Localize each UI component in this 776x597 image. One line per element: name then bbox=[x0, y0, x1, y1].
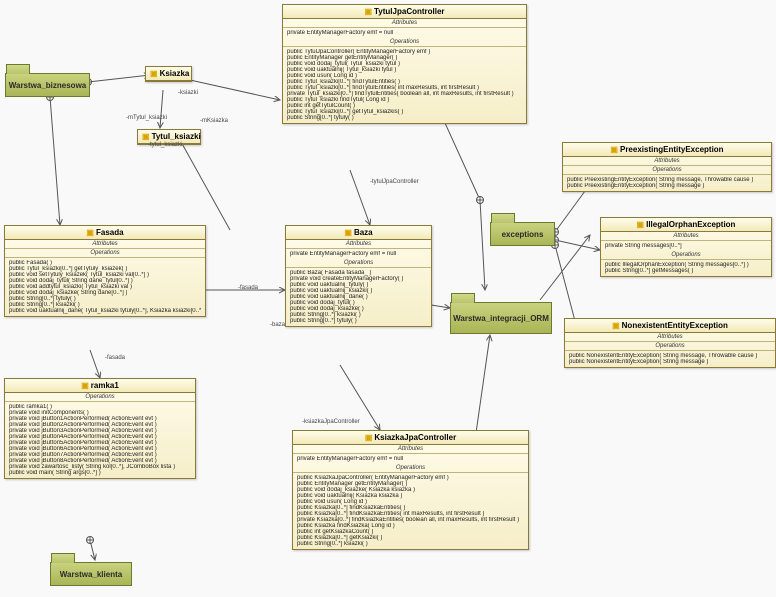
section-attributes: Attributes bbox=[5, 240, 205, 249]
class-tytuljpacontroller: ▣TytulJpaController Attributes private E… bbox=[282, 4, 527, 124]
section-operations: Operations bbox=[5, 249, 205, 258]
class-icon: ▣ bbox=[150, 69, 158, 78]
attribute-row: private EntityManagerFactory emf = null bbox=[290, 251, 427, 257]
class-icon: ▣ bbox=[637, 220, 645, 229]
class-title-text: ramka1 bbox=[91, 381, 119, 390]
class-ramka1: ▣ramka1 Operations public ramka1( )priva… bbox=[4, 378, 196, 479]
edge-label: -mKsiazka bbox=[200, 118, 228, 124]
attribute-row: private String messages[0..*] bbox=[605, 243, 767, 249]
class-preexistingentityexception: ▣PreexistingEntityException Attributes O… bbox=[562, 142, 772, 192]
section-attributes: Attributes bbox=[563, 157, 771, 166]
operation-row: public PreexistingEntityException( Strin… bbox=[567, 183, 767, 189]
class-title-text: NonexistentEntityException bbox=[622, 321, 728, 330]
package-exceptions: exceptions bbox=[490, 222, 555, 246]
class-icon: ▣ bbox=[365, 433, 373, 442]
operation-row: public String[0..*] tytuly( ) bbox=[290, 318, 427, 324]
class-ksiazka: ▣Ksiazka bbox=[145, 66, 192, 82]
class-baza: ▣Baza Attributes private EntityManagerFa… bbox=[285, 225, 432, 327]
package-warstwa-integracji-orm: Warstwa_integracji_ORM bbox=[450, 302, 552, 334]
class-illegalorphanexception: ▣IllegalOrphanException Attributes priva… bbox=[600, 217, 772, 277]
section-operations: Operations bbox=[601, 251, 771, 260]
edge-label: -mTytul_ksiazki bbox=[126, 115, 167, 121]
class-title-text: Fasada bbox=[96, 228, 124, 237]
package-warstwa-klienta: Warstwa_klienta bbox=[50, 562, 132, 586]
edge-label: -fasada bbox=[238, 285, 258, 291]
class-icon: ▣ bbox=[86, 228, 94, 237]
section-operations: Operations bbox=[283, 38, 526, 47]
edge-label: -ksiazki bbox=[178, 90, 198, 96]
section-operations: Operations bbox=[286, 259, 431, 268]
package-label: exceptions bbox=[491, 223, 554, 245]
operation-row: public String[0..*] getMessages( ) bbox=[605, 268, 767, 274]
class-title-text: KsiazkaJpaController bbox=[374, 433, 456, 442]
class-nonexistententityexception: ▣NonexistentEntityException Attributes O… bbox=[564, 318, 776, 368]
section-operations: Operations bbox=[565, 342, 775, 351]
class-icon: ▣ bbox=[344, 228, 352, 237]
attribute-row: private EntityManagerFactory emf = null bbox=[287, 30, 522, 36]
class-ksiazkajpacontroller: ▣KsiazkaJpaController Attributes private… bbox=[292, 430, 529, 550]
section-attributes: Attributes bbox=[565, 333, 775, 342]
edge-label: -fasada bbox=[105, 355, 125, 361]
edge-label: -tytulJpaController bbox=[370, 179, 419, 185]
operation-row: public void main( String args[0..*] ) bbox=[9, 470, 191, 476]
edge-label: -tytul_ksiazki bbox=[148, 142, 182, 148]
class-icon: ▣ bbox=[610, 145, 618, 154]
package-label: Warstwa_integracji_ORM bbox=[451, 303, 551, 333]
operation-row: public String[0..*] ksiazki( ) bbox=[297, 541, 524, 547]
class-title-text: PreexistingEntityException bbox=[620, 145, 724, 154]
class-title-text: TytulJpaController bbox=[374, 7, 445, 16]
class-icon: ▣ bbox=[612, 321, 620, 330]
section-attributes: Attributes bbox=[293, 445, 528, 454]
operation-row: public NonexistentEntityException( Strin… bbox=[569, 359, 771, 365]
package-label: Warstwa_klienta bbox=[51, 563, 131, 585]
section-operations: Operations bbox=[5, 393, 195, 402]
class-title-text: IllegalOrphanException bbox=[646, 220, 735, 229]
class-fasada: ▣Fasada Attributes Operations public Fas… bbox=[4, 225, 206, 317]
edge-label: -baza bbox=[270, 322, 285, 328]
operation-row: public String[0..*] tytuly( ) bbox=[287, 115, 522, 121]
section-attributes: Attributes bbox=[286, 240, 431, 249]
section-attributes: Attributes bbox=[601, 232, 771, 241]
class-title-text: Ksiazka bbox=[160, 69, 190, 78]
class-icon: ▣ bbox=[364, 7, 372, 16]
class-title-text: Tytul_ksiazki bbox=[152, 132, 201, 141]
attribute-row: private EntityManagerFactory emf = null bbox=[297, 456, 524, 462]
section-operations: Operations bbox=[563, 166, 771, 175]
section-operations: Operations bbox=[293, 464, 528, 473]
class-icon: ▣ bbox=[81, 381, 89, 390]
package-warstwa-biznesowa: Warstwa_biznesowa bbox=[5, 73, 90, 97]
class-icon: ▣ bbox=[142, 132, 150, 141]
operation-row: public void uaktualnij_dane( Tytul_ksiaz… bbox=[9, 308, 201, 314]
class-title-text: Baza bbox=[354, 228, 373, 237]
package-label: Warstwa_biznesowa bbox=[6, 74, 89, 96]
section-attributes: Attributes bbox=[283, 19, 526, 28]
edge-label: -ksiazkaJpaController bbox=[302, 419, 360, 425]
